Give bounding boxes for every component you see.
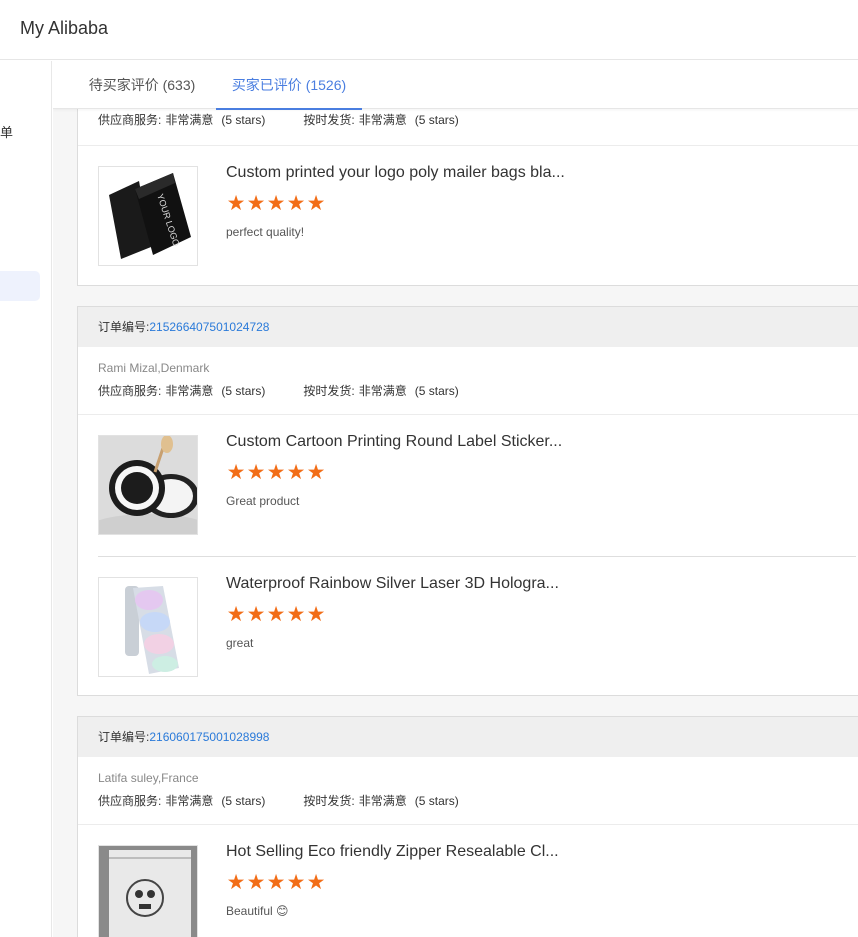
product-title[interactable]: Hot Selling Eco friendly Zipper Resealab…	[226, 843, 559, 861]
star-icon: ★	[226, 603, 246, 626]
star-icon: ★	[226, 192, 246, 215]
product-image-round-stickers[interactable]	[98, 435, 198, 535]
product-title[interactable]: Custom Cartoon Printing Round Label Stic…	[226, 433, 562, 451]
product-rating-stars: ★ ★ ★ ★ ★	[226, 603, 326, 626]
product-item: Waterproof Rainbow Silver Laser 3D Holog…	[98, 556, 856, 695]
delivery-rating: 按时发货: 非常满意 (5 stars)	[303, 794, 459, 808]
star-icon: ★	[306, 603, 326, 626]
top-bar: My Alibaba	[0, 0, 858, 60]
order-card: 订单编号:216060175001028998 Latifa suley,Fra…	[77, 716, 858, 937]
order-number-link[interactable]: 215266407501024728	[149, 320, 269, 334]
star-icon: ★	[306, 461, 326, 484]
star-icon: ★	[306, 871, 326, 894]
product-image-holographic-roll[interactable]	[98, 577, 198, 677]
star-icon: ★	[266, 871, 286, 894]
star-icon: ★	[286, 603, 306, 626]
star-icon: ★	[286, 461, 306, 484]
buyer-name: Latifa suley,France	[98, 771, 199, 785]
sidebar-item-orders[interactable]: 单	[0, 122, 13, 141]
star-icon: ★	[286, 192, 306, 215]
star-icon: ★	[246, 871, 266, 894]
product-item: Custom Cartoon Printing Round Label Stic…	[98, 415, 856, 556]
order-buyer-block: Latifa suley,France 供应商服务: 非常满意 (5 stars) 按…	[78, 757, 858, 825]
star-icon: ★	[246, 192, 266, 215]
star-icon: ★	[226, 461, 246, 484]
product-title[interactable]: Custom printed your logo poly mailer bag…	[226, 164, 565, 182]
sidebar: 单	[0, 61, 52, 937]
order-header: 订单编号:216060175001028998	[78, 717, 858, 757]
product-item: Hot Selling Eco friendly Zipper Resealab…	[98, 825, 856, 937]
supplier-service-rating: 供应商服务: 非常满意 (5 stars)	[98, 794, 266, 808]
star-icon: ★	[266, 603, 286, 626]
star-icon: ★	[286, 871, 306, 894]
delivery-rating: 按时发货: 非常满意 (5 stars)	[303, 384, 459, 398]
product-image-mailer-bags[interactable]: YOUR LOGO	[98, 166, 198, 266]
review-tabs: 待买家评价 (633) 买家已评价 (1526)	[53, 61, 858, 110]
product-title[interactable]: Waterproof Rainbow Silver Laser 3D Holog…	[226, 575, 559, 593]
order-ratings: 供应商服务: 非常满意 (5 stars) 按时发货: 非常满意 (5 stars)	[98, 791, 856, 811]
app-title: My Alibaba	[20, 18, 109, 38]
product-rating-stars: ★ ★ ★ ★ ★	[226, 192, 326, 215]
review-comment: perfect quality!	[226, 225, 305, 239]
order-card: 订单编号:215266407501024728 Rami Mizal,Denma…	[77, 306, 858, 696]
order-number-label: 订单编号:	[98, 730, 150, 744]
review-comment: great	[226, 636, 254, 650]
delivery-rating: 按时发货: 非常满意 (5 stars)	[303, 113, 459, 127]
star-icon: ★	[306, 192, 326, 215]
product-image-zipper-bag[interactable]	[98, 845, 198, 937]
order-number-label: 订单编号:	[98, 320, 150, 334]
sidebar-item-reviews-active[interactable]	[0, 271, 40, 301]
order-header: 订单编号:215266407501024728	[78, 307, 858, 347]
product-item: YOUR LOGO Custom printed your logo poly …	[98, 146, 856, 285]
review-comment: Great product	[226, 494, 300, 508]
supplier-service-rating: 供应商服务: 非常满意 (5 stars)	[98, 384, 266, 398]
star-icon: ★	[226, 871, 246, 894]
star-icon: ★	[266, 461, 286, 484]
main-content: 待买家评价 (633) 买家已评价 (1526) 供应商服务: 非常满意 (5 st…	[53, 61, 858, 937]
order-ratings: 供应商服务: 非常满意 (5 stars) 按时发货: 非常满意 (5 stars)	[98, 381, 856, 401]
tab-pending-review[interactable]: 待买家评价 (633)	[81, 61, 203, 109]
supplier-service-rating: 供应商服务: 非常满意 (5 stars)	[98, 113, 266, 127]
review-comment: Beautiful 😊	[226, 904, 289, 918]
tab-reviewed[interactable]: 买家已评价 (1526)	[216, 61, 362, 110]
star-icon: ★	[246, 603, 266, 626]
order-number-link[interactable]: 216060175001028998	[149, 730, 269, 744]
product-rating-stars: ★ ★ ★ ★ ★	[226, 871, 326, 894]
star-icon: ★	[266, 192, 286, 215]
order-buyer-block: Rami Mizal,Denmark 供应商服务: 非常满意 (5 stars) 按时…	[78, 347, 858, 415]
product-rating-stars: ★ ★ ★ ★ ★	[226, 461, 326, 484]
buyer-name: Rami Mizal,Denmark	[98, 361, 210, 375]
star-icon: ★	[246, 461, 266, 484]
order-ratings: 供应商服务: 非常满意 (5 stars) 按时发货: 非常满意 (5 stars)	[98, 110, 856, 130]
